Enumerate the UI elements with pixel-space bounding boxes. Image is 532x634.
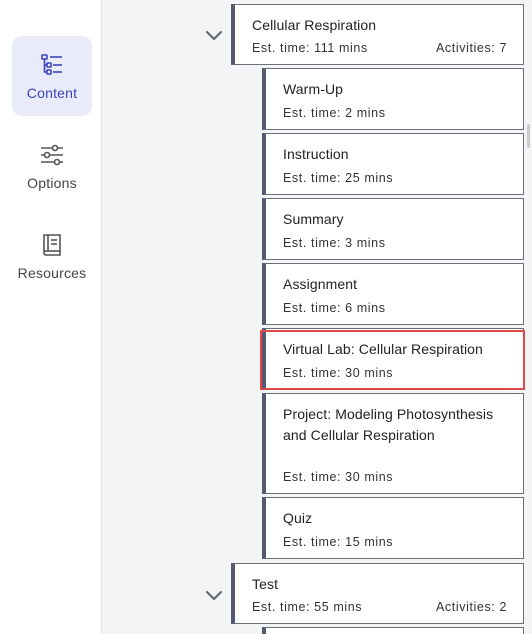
activity-est-time: Est. time: 30 mins: [283, 470, 394, 484]
unit-title: Cellular Respiration: [252, 17, 377, 33]
content-list-icon: [41, 54, 62, 75]
unit-title: Test: [252, 576, 279, 592]
activity-card-partial[interactable]: [262, 627, 524, 634]
activity-title: Virtual Lab: Cellular Respiration: [283, 341, 483, 357]
sidebar-item-label: Options: [27, 175, 77, 191]
scrollbar-thumb[interactable]: [527, 124, 530, 148]
activity-title: Instruction: [283, 146, 349, 162]
sidebar-item-label: Content: [26, 85, 78, 101]
activity-title: Summary: [283, 211, 344, 227]
activity-card-quiz[interactable]: Quiz Est. time: 15 mins: [262, 497, 524, 559]
book-icon: [43, 234, 61, 256]
sidebar-item-options[interactable]: Options: [12, 126, 92, 206]
sidebar-item-content[interactable]: Content: [12, 36, 92, 116]
activity-card-project[interactable]: Project: Modeling Photosynthesis and Cel…: [262, 393, 524, 494]
activity-title: Quiz: [283, 510, 313, 526]
activity-card-summary[interactable]: Summary Est. time: 3 mins: [262, 198, 524, 260]
unit-card-cellular-respiration[interactable]: Cellular Respiration Est. time: 111 mins…: [231, 4, 524, 65]
unit-activities-count: Activities: 7: [435, 41, 507, 55]
activity-card-assignment[interactable]: Assignment Est. time: 6 mins: [262, 263, 524, 325]
activity-est-time: Est. time: 6 mins: [283, 301, 386, 315]
activity-est-time: Est. time: 15 mins: [283, 535, 394, 549]
activity-title: Project: Modeling Photosynthesis and Cel…: [283, 406, 494, 443]
sidebar: Content Options Resources: [0, 0, 102, 634]
activity-est-time: Est. time: 2 mins: [283, 106, 386, 120]
activity-card-virtual-lab[interactable]: Virtual Lab: Cellular Respiration Est. t…: [262, 328, 524, 390]
chevron-down-icon[interactable]: [203, 587, 225, 603]
activity-card-warm-up[interactable]: Warm-Up Est. time: 2 mins: [262, 68, 524, 130]
sidebar-item-label: Resources: [17, 265, 87, 281]
activity-est-time: Est. time: 30 mins: [283, 366, 394, 380]
unit-activities-count: Activities: 2: [435, 600, 507, 614]
activity-title: Warm-Up: [283, 81, 344, 97]
unit-est-time: Est. time: 111 mins: [252, 41, 368, 55]
chevron-down-icon[interactable]: [203, 27, 225, 43]
activity-est-time: Est. time: 3 mins: [283, 236, 386, 250]
unit-card-test[interactable]: Test Est. time: 55 mins Activities: 2: [231, 563, 524, 624]
unit-est-time: Est. time: 55 mins: [252, 600, 363, 614]
activity-est-time: Est. time: 25 mins: [283, 171, 394, 185]
activity-card-instruction[interactable]: Instruction Est. time: 25 mins: [262, 133, 524, 195]
activity-title: Assignment: [283, 276, 358, 292]
sliders-icon: [41, 144, 63, 166]
sidebar-item-resources[interactable]: Resources: [12, 216, 92, 296]
